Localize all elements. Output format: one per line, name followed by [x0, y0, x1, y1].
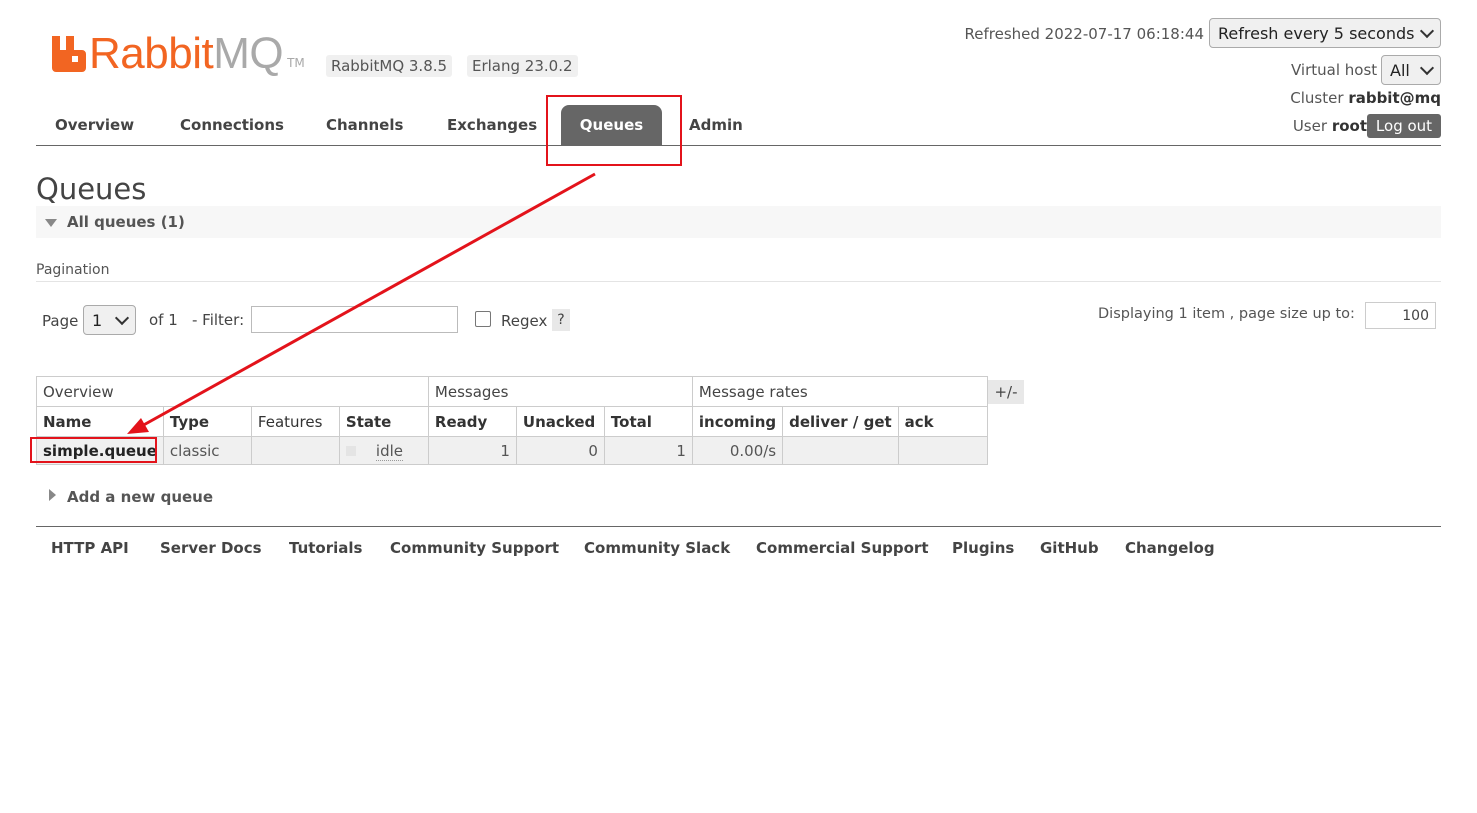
refresh-interval-value: Refresh every 5 seconds: [1218, 23, 1415, 43]
state-indicator-icon: [345, 446, 356, 456]
footer-divider: [36, 526, 1441, 527]
all-queues-label: All queues (1): [67, 213, 185, 231]
table-row: simple.queue classic idle 1 0 1 0.00/s: [36, 436, 988, 465]
erlang-version-badge: Erlang 23.0.2: [467, 55, 578, 77]
col-deliver-get[interactable]: deliver / get: [782, 406, 899, 437]
queue-unacked: 0: [515, 436, 605, 465]
col-ready[interactable]: Ready: [427, 406, 517, 437]
tab-channels[interactable]: Channels: [326, 105, 403, 145]
queue-ready: 1: [427, 436, 517, 465]
queue-deliver-get-rate: [782, 436, 899, 465]
logo-word-rabbit: Rabbit: [89, 29, 214, 78]
footer-link-http-api[interactable]: HTTP API: [51, 539, 129, 557]
chevron-down-icon: [1419, 60, 1435, 76]
col-features: Features: [250, 406, 340, 437]
tab-connections[interactable]: Connections: [180, 105, 284, 145]
all-queues-section-toggle[interactable]: All queues (1): [36, 206, 1441, 238]
footer-link-tutorials[interactable]: Tutorials: [289, 539, 362, 557]
chevron-down-icon: [114, 310, 130, 326]
pagination-divider: [36, 281, 1441, 282]
pagination-label: Pagination: [36, 262, 110, 278]
page-label: Page: [42, 312, 79, 330]
queue-incoming-rate: 0.00/s: [691, 436, 784, 465]
page-title: Queues: [36, 172, 147, 206]
col-state[interactable]: State: [338, 406, 429, 437]
col-incoming[interactable]: incoming: [691, 406, 784, 437]
filter-input[interactable]: [251, 306, 458, 333]
annotation-highlight-queues-tab: [546, 95, 682, 166]
queue-ack-rate: [897, 436, 988, 465]
queue-total: 1: [603, 436, 693, 465]
queue-type: classic: [162, 436, 252, 465]
queue-state: idle: [375, 441, 403, 461]
columns-toggle-button[interactable]: +/-: [988, 380, 1024, 404]
queue-features: [250, 436, 340, 465]
tab-exchanges[interactable]: Exchanges: [447, 105, 537, 145]
page-select-value: 1: [92, 310, 103, 330]
queue-state-cell: idle: [338, 436, 429, 465]
footer-link-github[interactable]: GitHub: [1040, 539, 1099, 557]
page-count-label: of 1: [149, 311, 178, 329]
expand-triangle-icon[interactable]: [49, 489, 56, 501]
virtual-host-value: All: [1390, 60, 1410, 80]
table-header-row: Name Type Features State Ready Unacked T…: [36, 406, 988, 437]
rabbitmq-logo-icon: [52, 36, 86, 72]
logo-trademark: TM: [287, 56, 305, 70]
table-group-header-row: Overview Messages Message rates: [36, 376, 988, 407]
collapse-triangle-icon: [45, 219, 57, 227]
group-overview: Overview: [36, 376, 429, 407]
footer-link-plugins[interactable]: Plugins: [952, 539, 1014, 557]
displaying-text: Displaying 1 item , page size up to:: [1098, 306, 1355, 322]
filter-label: - Filter:: [192, 311, 245, 329]
col-total[interactable]: Total: [603, 406, 693, 437]
add-new-queue-toggle[interactable]: Add a new queue: [67, 488, 213, 506]
col-ack[interactable]: ack: [897, 406, 988, 437]
footer-link-community-support[interactable]: Community Support: [390, 539, 559, 557]
page-select[interactable]: 1: [83, 305, 136, 335]
virtual-host-label: Virtual host: [1291, 61, 1378, 79]
logo-word-mq: MQ: [213, 29, 284, 78]
main-nav: Overview Connections Channels Exchanges …: [36, 105, 1441, 146]
refresh-interval-select[interactable]: Refresh every 5 seconds: [1209, 18, 1441, 48]
virtual-host-select[interactable]: All: [1381, 55, 1441, 85]
footer-link-changelog[interactable]: Changelog: [1125, 539, 1215, 557]
footer-link-commercial-support[interactable]: Commercial Support: [756, 539, 929, 557]
col-unacked[interactable]: Unacked: [515, 406, 605, 437]
group-messages: Messages: [427, 376, 693, 407]
footer-link-server-docs[interactable]: Server Docs: [160, 539, 262, 557]
regex-help-button[interactable]: ?: [552, 309, 570, 331]
col-type[interactable]: Type: [162, 406, 252, 437]
annotation-highlight-queue-name: [30, 437, 157, 463]
tab-admin[interactable]: Admin: [689, 105, 743, 145]
queues-table: Overview Messages Message rates Name Typ…: [36, 376, 988, 465]
rabbitmq-version-badge: RabbitMQ 3.8.5: [326, 55, 453, 77]
refreshed-timestamp: Refreshed 2022-07-17 06:18:44: [964, 25, 1204, 43]
col-name[interactable]: Name: [36, 406, 164, 437]
tab-overview[interactable]: Overview: [55, 105, 134, 145]
rabbitmq-logo: Rabbit MQ TM: [50, 30, 305, 76]
chevron-down-icon: [1419, 23, 1435, 39]
regex-label: Regex: [501, 312, 548, 330]
page-size-input[interactable]: [1365, 302, 1436, 329]
group-message-rates: Message rates: [691, 376, 988, 407]
footer-link-community-slack[interactable]: Community Slack: [584, 539, 730, 557]
regex-checkbox[interactable]: [475, 311, 491, 327]
